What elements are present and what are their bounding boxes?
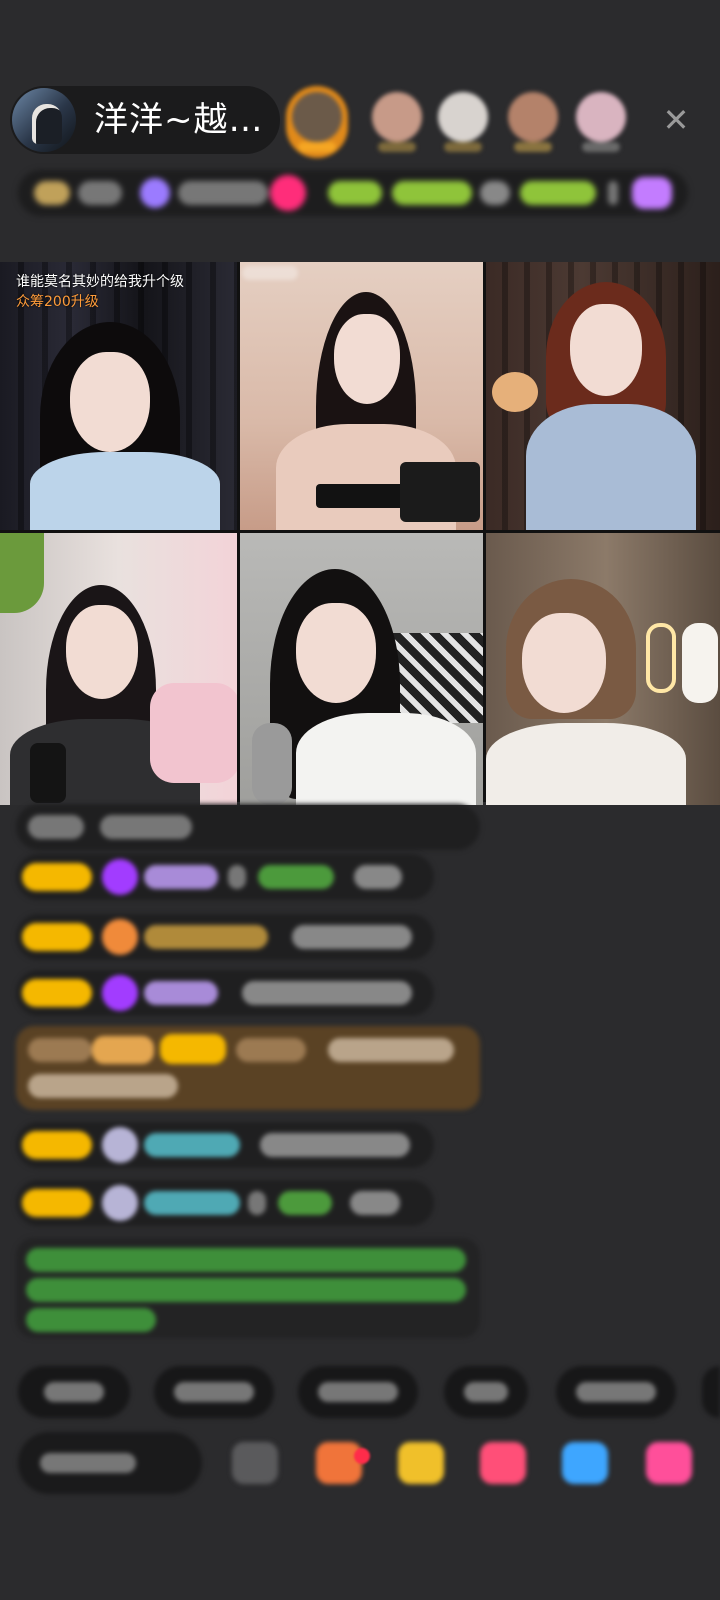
guest-1-caption: 谁能莫名其妙的给我升个级 众筹200升级 [16,272,184,312]
host-info-pill[interactable]: 洋洋~越… [10,86,280,154]
guest-3-figure [516,274,706,530]
chat-message[interactable] [16,1122,434,1168]
top-viewer-avatar[interactable] [432,86,494,158]
treasure-icon[interactable] [398,1442,444,1484]
top-viewer-avatar[interactable] [502,86,564,158]
chat-message-highlight[interactable] [16,1026,480,1110]
quick-reply-chip[interactable] [556,1366,676,1418]
chat-message-list [0,800,720,1360]
guest-video-3[interactable] [486,262,720,530]
gift-box-icon[interactable] [316,1442,362,1484]
caption-subtitle: 众筹200升级 [16,294,99,310]
chat-message[interactable] [16,854,434,900]
live-room-header: 洋洋~越… ✕ [0,0,720,260]
pink-chair [150,683,237,783]
share-icon[interactable] [562,1442,608,1484]
guest-video-1[interactable]: 谁能莫名其妙的给我升个级 众筹200升级 [0,262,237,530]
quick-reply-bar [0,1366,720,1422]
quick-reply-chip[interactable] [154,1366,274,1418]
guest-video-2[interactable] [240,262,483,530]
comment-input[interactable] [18,1432,202,1494]
multi-guest-video-grid: 谁能莫名其妙的给我升个级 众筹200升级 [0,262,720,805]
emoji-icon[interactable] [232,1442,278,1484]
top-viewer-avatar[interactable] [570,86,632,158]
guest-2-tag [242,266,298,280]
bottom-toolbar [0,1430,720,1540]
rank-info-bar[interactable] [18,170,688,216]
close-icon[interactable]: ✕ [656,100,696,140]
game-icon[interactable] [480,1442,526,1484]
quick-reply-chip[interactable] [298,1366,418,1418]
caption-title: 谁能莫名其妙的给我升个级 [16,274,184,290]
gift-icon[interactable] [646,1442,692,1484]
chat-message[interactable] [16,1180,434,1226]
system-notice [16,1238,480,1338]
microphone-device [30,743,66,803]
quick-reply-chip[interactable] [18,1366,130,1418]
guest-video-5[interactable] [240,533,483,805]
notification-dot [354,1448,370,1464]
guest-6-figure [486,573,706,805]
top-viewer-avatar[interactable] [286,86,348,158]
top-viewer-avatar[interactable] [366,86,428,158]
host-name[interactable]: 洋洋~越… [94,100,264,140]
host-avatar[interactable] [12,88,76,152]
chat-message[interactable] [16,970,434,1016]
guest-video-6[interactable] [486,533,720,805]
quick-reply-chip[interactable] [702,1366,720,1418]
chat-message[interactable] [16,914,434,960]
guest-1-figure [20,312,220,530]
quick-reply-chip[interactable] [444,1366,528,1418]
plush-toy [492,372,538,412]
microphone-device [400,462,480,522]
guest-video-4[interactable] [0,533,237,805]
chat-message[interactable] [16,804,480,850]
microphone-device [252,723,292,805]
